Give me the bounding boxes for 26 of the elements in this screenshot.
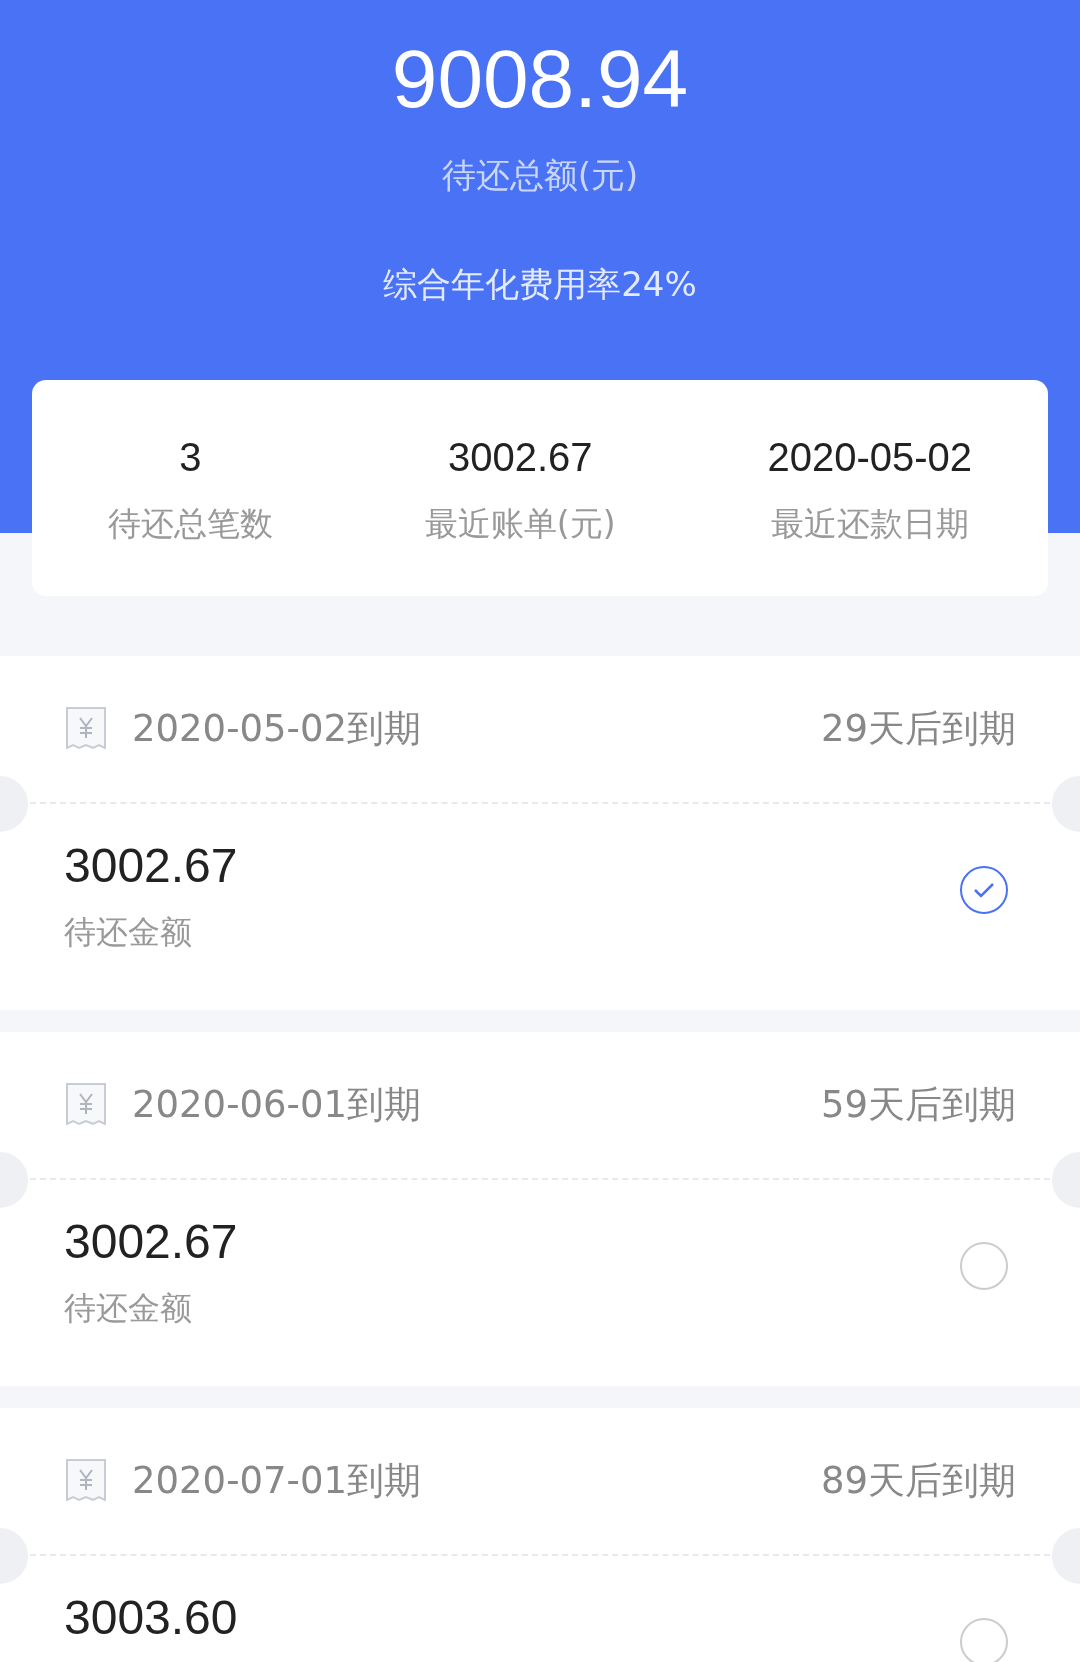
days-until-due: 59天后到期 <box>820 1082 1016 1129</box>
radio-circle[interactable] <box>960 1618 1008 1662</box>
receipt-icon <box>64 1458 108 1504</box>
stat-label: 待还总笔数 <box>107 503 273 546</box>
due-date: 2020-07-01到期 <box>132 1458 422 1505</box>
amount-due: 3002.67 <box>64 838 238 894</box>
total-amount: 9008.94 <box>391 38 689 120</box>
stat-value: 3002.67 <box>447 434 593 482</box>
annual-rate-text: 综合年化费用率24% <box>383 263 697 306</box>
amount-label: 待还金额 <box>64 1288 192 1329</box>
stat-value: 2020-05-02 <box>767 434 973 482</box>
amount-due: 3003.60 <box>64 1590 238 1646</box>
receipt-icon <box>64 1082 108 1128</box>
days-until-due: 29天后到期 <box>820 706 1016 753</box>
stat-label: 最近账单(元) <box>424 503 616 546</box>
amount-label: 待还金额 <box>64 912 192 953</box>
stat-label: 最近还款日期 <box>770 503 969 546</box>
amount-due: 3002.67 <box>64 1214 238 1270</box>
due-date: 2020-05-02到期 <box>132 706 422 753</box>
days-until-due: 89天后到期 <box>820 1458 1016 1505</box>
check-circle[interactable] <box>960 866 1008 914</box>
stat-value: 3 <box>179 434 202 482</box>
total-label: 待还总额(元) <box>441 154 639 197</box>
due-date: 2020-06-01到期 <box>132 1082 422 1129</box>
receipt-icon <box>64 706 108 752</box>
radio-circle[interactable] <box>960 1242 1008 1290</box>
